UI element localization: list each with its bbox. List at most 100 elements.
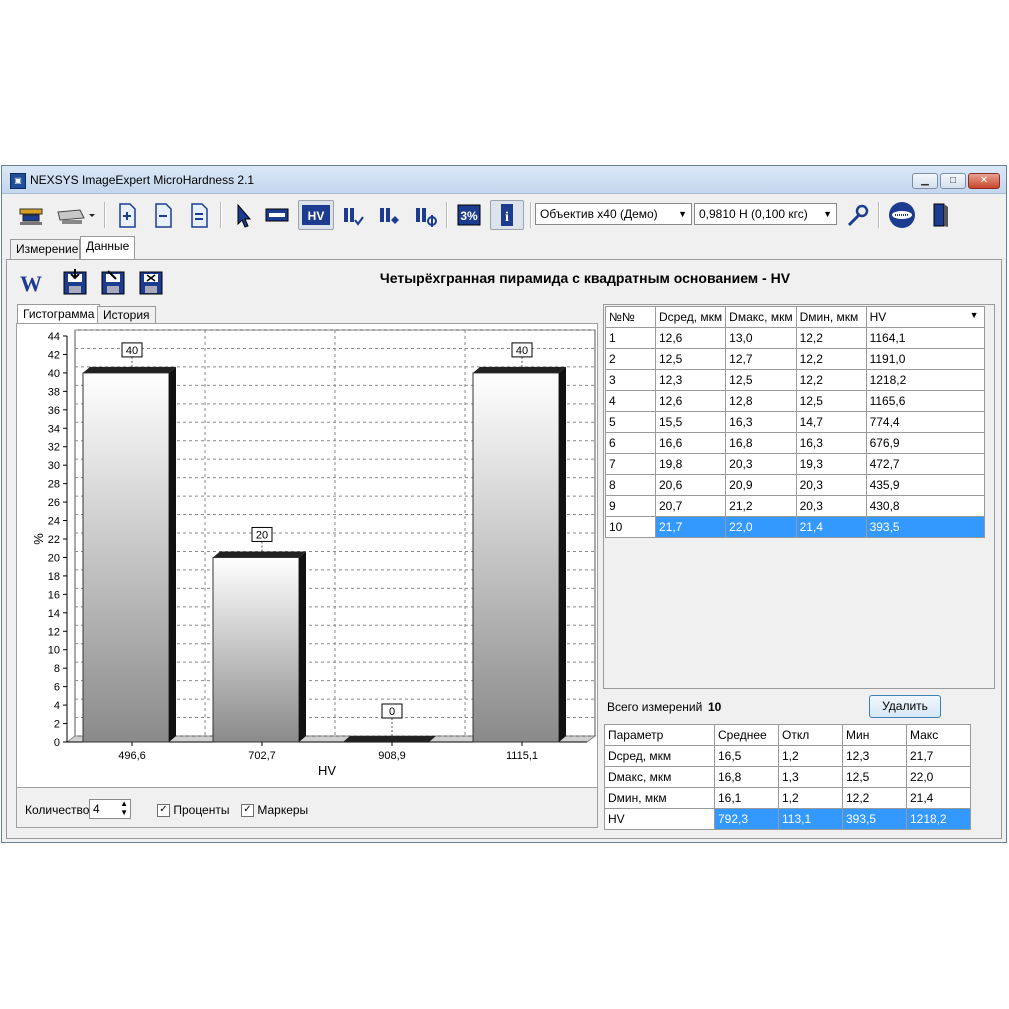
table-cell[interactable]: 20,3 [795,474,867,496]
maximize-button[interactable]: □ [940,173,966,189]
table-cell[interactable]: 21,7 [654,516,727,538]
table-cell[interactable]: 1218,2 [906,808,971,830]
stepper-arrows-icon[interactable]: ▲ ▼ [120,799,128,817]
table-cell[interactable]: 13,0 [725,327,797,349]
table-cell[interactable]: 12,7 [725,348,797,370]
load-select[interactable]: 0,9810 Н (0,100 кгс) ▼ [694,203,837,225]
table-cell[interactable]: 16,3 [725,411,797,433]
table-cell[interactable]: 393,5 [842,808,907,830]
table-cell[interactable]: 21,2 [725,495,797,517]
ruler-tool-button[interactable] [264,200,290,230]
row-number-cell[interactable]: 7 [605,453,656,475]
table-cell[interactable]: 16,8 [714,766,779,788]
exit-button[interactable] [928,200,954,230]
table-cell[interactable]: 16,1 [714,787,779,809]
add-document-button[interactable] [114,200,140,230]
markers-checkbox[interactable]: ✓ [241,804,254,818]
table-cell[interactable]: 12,2 [842,787,907,809]
table-cell[interactable]: 20,3 [725,453,797,475]
table-cell[interactable]: 393,5 [865,516,985,538]
row-number-cell[interactable]: 1 [605,327,656,349]
table-row[interactable]: HV 792,3 113,1 393,5 1218,2 [604,808,971,830]
table-row[interactable]: 5 15,5 16,3 14,7 774,4 [605,411,985,433]
col-header-hv[interactable]: HV ▼ [865,306,985,328]
table-cell[interactable]: 12,6 [654,327,727,349]
col-header-dmin[interactable]: Dмин, мкм [795,306,867,328]
table-cell[interactable]: 19,3 [795,453,867,475]
table-row[interactable]: 4 12,6 12,8 12,5 1165,6 [605,390,985,412]
table-row[interactable]: 7 19,8 20,3 19,3 472,7 [605,453,985,475]
col-header-number[interactable]: №№ [605,306,656,328]
table-cell[interactable]: 12,2 [795,348,867,370]
table-row[interactable]: Dсред, мкм 16,5 1,2 12,3 21,7 [604,745,971,767]
table-cell[interactable]: 12,5 [795,390,867,412]
table-cell[interactable]: 435,9 [865,474,985,496]
table-cell[interactable]: 1218,2 [865,369,985,391]
scanner-button[interactable] [56,200,96,230]
parameter-cell[interactable]: Dмин, мкм [604,787,715,809]
table-cell[interactable]: 22,0 [725,516,797,538]
statistics-button[interactable]: 3% [456,200,482,230]
measure-v-button[interactable] [340,200,366,230]
pointer-tool-button[interactable] [230,200,256,230]
parameter-cell[interactable]: Dсред, мкм [604,745,715,767]
minimize-button[interactable]: ▁ [912,173,938,189]
table-cell[interactable]: 21,4 [906,787,971,809]
table-row[interactable]: 9 20,7 21,2 20,3 430,8 [605,495,985,517]
table-cell[interactable]: 19,8 [654,453,727,475]
table-row[interactable]: 1 12,6 13,0 12,2 1164,1 [605,327,985,349]
markers-option[interactable]: ✓ Маркеры [241,803,308,818]
settings-button[interactable] [844,200,870,230]
table-cell[interactable]: 21,4 [795,516,867,538]
table-cell[interactable]: 1191,0 [865,348,985,370]
table-cell[interactable]: 113,1 [778,808,843,830]
col-header-davg[interactable]: Dсред, мкм [654,306,727,328]
percent-checkbox[interactable]: ✓ [157,804,170,818]
table-cell[interactable]: 12,3 [654,369,727,391]
table-cell[interactable]: 20,6 [654,474,727,496]
table-row[interactable]: Dмин, мкм 16,1 1,2 12,2 21,4 [604,787,971,809]
table-cell[interactable]: 12,2 [795,327,867,349]
table-cell[interactable]: 15,5 [654,411,727,433]
row-number-cell[interactable]: 5 [605,411,656,433]
camera-settings-button[interactable] [18,200,44,230]
table-cell[interactable]: 1,2 [778,745,843,767]
percent-option[interactable]: ✓ Проценты [157,803,229,818]
info-button[interactable]: i [490,200,524,230]
table-row[interactable]: 8 20,6 20,9 20,3 435,9 [605,474,985,496]
close-button[interactable]: ✕ [968,173,1000,189]
col-header-dmax[interactable]: Dмакс, мкм [725,306,797,328]
table-row[interactable]: 3 12,3 12,5 12,2 1218,2 [605,369,985,391]
table-cell[interactable]: 20,7 [654,495,727,517]
table-cell[interactable]: 20,9 [725,474,797,496]
table-cell[interactable]: 430,8 [865,495,985,517]
row-number-cell[interactable]: 9 [605,495,656,517]
row-number-cell[interactable]: 4 [605,390,656,412]
table-row[interactable]: 10 21,7 22,0 21,4 393,5 [605,516,985,538]
table-cell[interactable]: 676,9 [865,432,985,454]
row-number-cell[interactable]: 6 [605,432,656,454]
table-cell[interactable]: 14,7 [795,411,867,433]
table-cell[interactable]: 1165,6 [865,390,985,412]
table-cell[interactable]: 16,3 [795,432,867,454]
hv-tool-button[interactable]: HV [298,200,334,230]
table-cell[interactable]: 21,7 [906,745,971,767]
chevron-down-icon[interactable]: ▼ [970,310,979,320]
table-row[interactable]: 2 12,5 12,7 12,2 1191,0 [605,348,985,370]
table-cell[interactable]: 12,3 [842,745,907,767]
objective-select[interactable]: Объектив x40 (Демо) ▼ [535,203,692,225]
parameter-cell[interactable]: HV [604,808,715,830]
table-row[interactable]: Dмакс, мкм 16,8 1,3 12,5 22,0 [604,766,971,788]
table-cell[interactable]: 12,5 [842,766,907,788]
table-cell[interactable]: 792,3 [714,808,779,830]
table-cell[interactable]: 12,2 [795,369,867,391]
table-cell[interactable]: 20,3 [795,495,867,517]
table-cell[interactable]: 16,8 [725,432,797,454]
table-row[interactable]: 6 16,6 16,8 16,3 676,9 [605,432,985,454]
measure-phi-button[interactable] [412,200,438,230]
table-cell[interactable]: 472,7 [865,453,985,475]
tab-measurement[interactable]: Измерение [10,239,80,259]
tab-histogram[interactable]: Гистограмма [17,304,101,324]
table-cell[interactable]: 16,5 [714,745,779,767]
measure-diamond-button[interactable] [376,200,402,230]
